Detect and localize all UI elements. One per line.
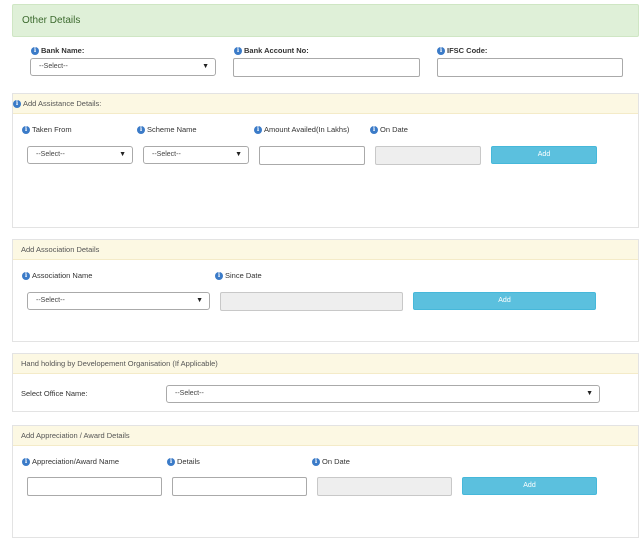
info-icon: i — [312, 457, 320, 466]
award-details-input[interactable] — [172, 477, 307, 496]
association-name-label: i Association Name — [22, 271, 92, 280]
bank-account-label: i Bank Account No: — [234, 46, 309, 55]
taken-from-select[interactable]: --Select-- ▼ — [27, 146, 133, 164]
bank-account-input[interactable] — [233, 58, 420, 77]
since-date-input[interactable] — [220, 292, 403, 311]
ifsc-label: i IFSC Code: — [437, 46, 487, 55]
office-name-label: Select Office Name: — [21, 389, 88, 398]
taken-from-selected: --Select-- — [36, 151, 65, 158]
amount-label: i Amount Availed(In Lakhs) — [254, 125, 349, 134]
scheme-name-select[interactable]: --Select-- ▼ — [143, 146, 249, 164]
office-name-selected: --Select-- — [175, 390, 204, 397]
info-icon: i — [22, 457, 30, 466]
chevron-down-icon: ▼ — [586, 390, 593, 397]
assistance-add-button[interactable]: Add — [491, 146, 597, 164]
chevron-down-icon: ▼ — [119, 151, 126, 158]
bank-name-selected: --Select-- — [39, 63, 68, 70]
info-icon: i — [215, 271, 223, 280]
appreciation-add-button[interactable]: Add — [462, 477, 597, 495]
association-title: Add Association Details — [21, 245, 100, 254]
info-icon: i — [437, 46, 445, 55]
award-name-label: i Appreciation/Award Name — [22, 457, 119, 466]
appreciation-add-label: Add — [523, 482, 536, 489]
info-icon: i — [254, 125, 262, 134]
chevron-down-icon: ▼ — [196, 297, 203, 304]
amount-input[interactable] — [259, 146, 365, 165]
scheme-name-selected: --Select-- — [152, 151, 181, 158]
on-date-label: i On Date — [370, 125, 408, 134]
info-icon: i — [370, 125, 378, 134]
assistance-panel-header: i Add Assistance Details: — [13, 94, 638, 114]
chevron-down-icon: ▼ — [235, 151, 242, 158]
association-name-select[interactable]: --Select-- ▼ — [27, 292, 210, 310]
association-panel-header: Add Association Details — [13, 240, 638, 260]
bank-name-label: i Bank Name: — [31, 46, 84, 55]
award-date-label: i On Date — [312, 457, 350, 466]
association-add-button[interactable]: Add — [413, 292, 596, 310]
appreciation-title: Add Appreciation / Award Details — [21, 431, 130, 440]
info-icon: i — [31, 46, 39, 55]
chevron-down-icon: ▼ — [202, 63, 209, 70]
bank-name-select[interactable]: --Select-- ▼ — [30, 58, 216, 76]
hand-holding-panel: Hand holding by Developement Organisatio… — [12, 353, 639, 412]
award-name-input[interactable] — [27, 477, 162, 496]
other-details-title: Other Details — [22, 15, 81, 26]
info-icon: i — [22, 271, 30, 280]
association-panel: Add Association Details — [12, 239, 639, 342]
info-icon: i — [137, 125, 145, 134]
hand-holding-title: Hand holding by Developement Organisatio… — [21, 359, 218, 368]
ifsc-input[interactable] — [437, 58, 623, 77]
award-details-label: i Details — [167, 457, 200, 466]
award-date-input[interactable] — [317, 477, 452, 496]
assistance-title: Add Assistance Details: — [23, 98, 102, 108]
appreciation-panel-header: Add Appreciation / Award Details — [13, 426, 638, 446]
scheme-name-label: i Scheme Name — [137, 125, 197, 134]
hand-holding-panel-header: Hand holding by Developement Organisatio… — [13, 354, 638, 374]
association-add-label: Add — [498, 297, 511, 304]
assistance-add-label: Add — [537, 151, 551, 158]
info-icon: i — [22, 125, 30, 134]
info-icon: i — [234, 46, 242, 55]
association-name-selected: --Select-- — [36, 297, 65, 304]
assistance-date-input[interactable] — [375, 146, 481, 165]
info-icon: i — [167, 457, 175, 466]
other-details-header: Other Details — [12, 4, 639, 37]
info-icon: i — [13, 99, 21, 108]
taken-from-label: i Taken From — [22, 125, 72, 134]
office-name-select[interactable]: --Select-- ▼ — [166, 385, 600, 403]
since-date-label: i Since Date — [215, 271, 262, 280]
